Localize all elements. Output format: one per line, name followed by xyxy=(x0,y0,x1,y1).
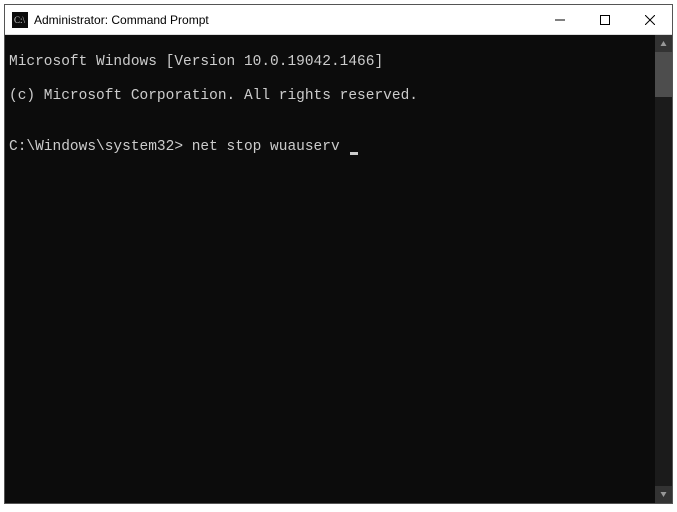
titlebar[interactable]: C:\ Administrator: Command Prompt xyxy=(5,5,672,35)
command-prompt-icon: C:\ xyxy=(12,12,28,28)
window-controls xyxy=(537,5,672,34)
console-content: Microsoft Windows [Version 10.0.19042.14… xyxy=(5,35,655,503)
command-prompt-window: C:\ Administrator: Command Prompt Micros… xyxy=(4,4,673,504)
scroll-thumb[interactable] xyxy=(655,52,672,97)
version-line: Microsoft Windows [Version 10.0.19042.14… xyxy=(9,54,651,71)
copyright-line: (c) Microsoft Corporation. All rights re… xyxy=(9,88,651,105)
maximize-button[interactable] xyxy=(582,5,627,34)
svg-text:C:\: C:\ xyxy=(14,15,26,25)
scroll-down-button[interactable] xyxy=(655,486,672,503)
prompt: C:\Windows\system32> xyxy=(9,139,183,155)
close-button[interactable] xyxy=(627,5,672,34)
scroll-up-button[interactable] xyxy=(655,35,672,52)
command-text: net stop wuauserv xyxy=(192,139,340,155)
window-title: Administrator: Command Prompt xyxy=(34,13,537,27)
vertical-scrollbar[interactable] xyxy=(655,35,672,503)
console-body[interactable]: Microsoft Windows [Version 10.0.19042.14… xyxy=(5,35,672,503)
cursor xyxy=(350,152,358,155)
minimize-button[interactable] xyxy=(537,5,582,34)
